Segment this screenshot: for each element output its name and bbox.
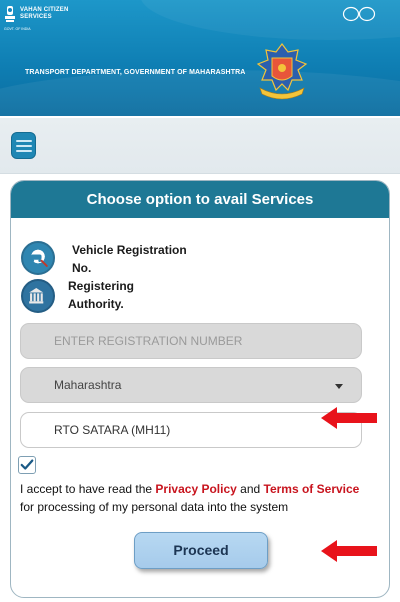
card-title: Choose option to avail Services — [11, 181, 389, 218]
gov-tag: GOVT. OF INDIA — [4, 27, 31, 31]
consent-text: I accept to have read the Privacy Policy… — [20, 480, 380, 516]
registration-number-field — [20, 323, 362, 359]
terms-of-service-link[interactable]: Terms of Service — [264, 482, 360, 496]
consent-prefix: I accept to have read the — [20, 482, 156, 496]
state-select[interactable]: Maharashtra — [20, 367, 362, 403]
registering-authority-option[interactable]: Registering — [68, 278, 134, 295]
consent-suffix: for processing of my personal data into … — [20, 500, 289, 514]
menu-line-icon — [15, 149, 32, 152]
car-search-icon[interactable] — [21, 241, 55, 275]
services-card: Choose option to avail Services Vehicle … — [10, 180, 390, 598]
registering-authority-option-line2[interactable]: Authority. — [68, 296, 124, 313]
dropdown-caret-icon — [335, 384, 343, 389]
department-title: TRANSPORT DEPARTMENT, GOVERNMENT OF MAHA… — [25, 69, 246, 76]
brand-name: VAHAN CITIZEN SERVICES — [20, 7, 69, 20]
menu-line-icon — [15, 139, 32, 142]
rto-select[interactable]: RTO SATARA (MH11) — [20, 412, 362, 448]
proceed-button[interactable]: Proceed — [134, 532, 268, 569]
header-decoration — [0, 70, 400, 116]
privacy-policy-link[interactable]: Privacy Policy — [155, 482, 236, 496]
navigation-bar — [0, 118, 400, 174]
building-icon[interactable] — [21, 279, 55, 313]
national-emblem-icon — [5, 6, 15, 22]
hamburger-menu-button[interactable] — [11, 132, 36, 159]
state-select-value: Maharashtra — [54, 378, 122, 392]
rto-select-value: RTO SATARA (MH11) — [54, 423, 171, 437]
swachh-bharat-icon — [342, 6, 376, 22]
red-arrow-icon — [321, 540, 377, 562]
vehicle-registration-option-line2[interactable]: No. — [72, 260, 91, 277]
consent-checkbox[interactable] — [18, 456, 36, 474]
menu-line-icon — [15, 144, 32, 147]
consent-and: and — [236, 482, 264, 496]
registration-number-input[interactable] — [21, 324, 361, 358]
red-arrow-icon — [321, 407, 377, 429]
app-header: VAHAN CITIZEN SERVICES GOVT. OF INDIA TR… — [0, 0, 400, 116]
maharashtra-police-crest-icon — [256, 43, 308, 100]
vehicle-registration-option[interactable]: Vehicle Registration — [72, 242, 187, 259]
checkmark-icon — [20, 459, 34, 470]
